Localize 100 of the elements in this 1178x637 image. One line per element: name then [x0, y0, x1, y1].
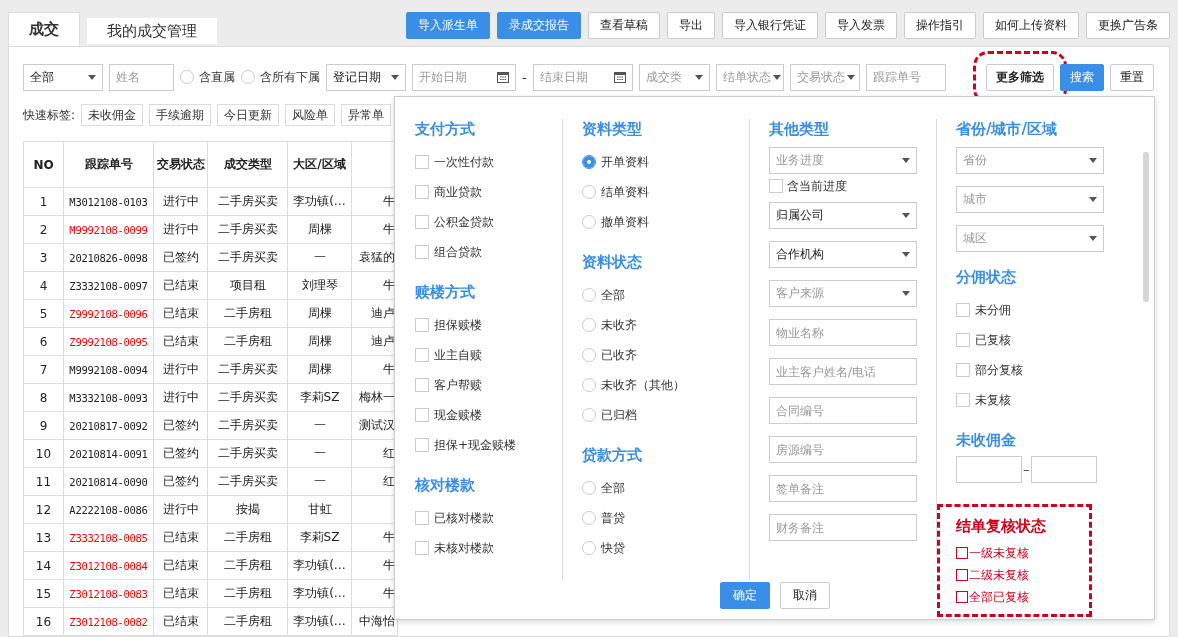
table-cell: 周棵 [287, 327, 352, 356]
table-cell: 20210817-0092 [63, 411, 154, 440]
tab[interactable]: 成交 [8, 12, 80, 46]
checkbox-label: 全部已复核 [969, 588, 1029, 606]
radio-button[interactable] [582, 511, 596, 525]
toolbar-button[interactable]: 如何上传资料 [983, 12, 1079, 39]
checkbox[interactable] [956, 591, 968, 603]
table-cell: 7 [23, 355, 64, 384]
table-cell: 12 [23, 495, 64, 524]
text-field[interactable]: 姓名 [109, 63, 174, 91]
table-cell: 二手房买卖 [207, 467, 288, 496]
table-cell: 李功镇(… [287, 187, 352, 216]
max-field[interactable] [1030, 456, 1097, 483]
table-cell: 一 [287, 439, 352, 468]
toolbar-button[interactable]: 查看草稿 [588, 12, 660, 39]
table-cell: 刘理琴 [287, 271, 352, 300]
table-cell: 13 [23, 523, 64, 552]
radio-button[interactable] [582, 318, 596, 332]
table-cell: 周棵 [287, 215, 352, 244]
table-cell: 二手房租 [207, 579, 288, 608]
radio-button[interactable] [582, 155, 596, 169]
checkbox-label: 组合贷款 [434, 243, 482, 261]
quick-tag[interactable]: 风险单 [285, 104, 336, 126]
caret-icon [902, 158, 910, 163]
checkbox-label: 已复核 [975, 331, 1011, 349]
scrollbar[interactable] [1143, 152, 1149, 302]
section-title: 资料类型 [582, 119, 643, 139]
radio-button[interactable] [241, 70, 255, 84]
checkbox-label: 担保+现金赎楼 [434, 436, 517, 454]
checkbox[interactable] [956, 547, 968, 559]
text-field[interactable]: 房源编号 [769, 436, 917, 463]
table-cell: 已结束 [153, 327, 208, 356]
section-title: 分佣状态 [956, 267, 1017, 287]
table-cell: 李功镇(… [287, 579, 352, 608]
radio-button[interactable] [582, 408, 596, 422]
quick-tag[interactable]: 手续逾期 [149, 104, 212, 126]
quick-tag[interactable]: 异常单 [341, 104, 392, 126]
dropdown-field[interactable]: 全部 [23, 63, 103, 91]
radio-button[interactable] [582, 378, 596, 392]
table-cell: 已结束 [153, 551, 208, 580]
table-cell: Z3332108-0097 [63, 271, 154, 300]
checkbox-label: 二级未复核 [969, 566, 1029, 584]
caret-icon [1089, 158, 1097, 163]
table-cell: 2 [23, 215, 64, 244]
text-field[interactable]: 合同编号 [769, 397, 917, 424]
text-field[interactable]: 财务备注 [769, 514, 917, 541]
table-cell: 二手房买卖 [207, 243, 288, 272]
radio-label: 未收齐 [601, 316, 637, 334]
text-field[interactable]: 物业名称 [769, 319, 917, 346]
filter-button[interactable]: 重置 [1109, 63, 1154, 91]
min-field[interactable] [956, 456, 1022, 483]
dropdown-field[interactable]: 归属公司 [769, 202, 917, 229]
checkbox[interactable] [956, 569, 968, 581]
radio-button[interactable] [582, 481, 596, 495]
checkbox-label: 业主自赎 [434, 346, 482, 364]
table-cell: 已结束 [153, 299, 208, 328]
text-field[interactable]: 签单备注 [769, 475, 917, 502]
calendar-icon [497, 71, 509, 83]
text-field[interactable]: 业主客户姓名/电话 [769, 358, 917, 385]
table-cell: 4 [23, 271, 64, 300]
column-header: 跟踪单号 [63, 141, 154, 188]
section-title: 其他类型 [769, 119, 830, 139]
toolbar-button[interactable]: 导入银行凭证 [722, 12, 818, 39]
quick-tag[interactable]: 未收佣金 [81, 104, 144, 126]
column-header: 交易状态 [153, 141, 208, 188]
range-dash: - [522, 69, 527, 85]
table-cell: 二手房租 [207, 299, 288, 328]
radio-label: 全部 [601, 479, 625, 497]
radio-button[interactable] [582, 541, 596, 555]
table-cell: Z3332108-0085 [63, 523, 154, 552]
radio-label: 撤单资料 [601, 213, 649, 231]
checkbox-label: 未复核 [975, 391, 1011, 409]
toolbar-button[interactable]: 导入发票 [825, 12, 897, 39]
toolbar-button[interactable]: 导出 [667, 12, 715, 39]
table-cell: 20210814-0091 [63, 439, 154, 468]
cancel-button[interactable]: 取消 [779, 582, 830, 609]
table-cell: M9992108-0099 [63, 215, 154, 244]
dropdown-field[interactable]: 合作机构 [769, 241, 917, 268]
checkbox-label: 商业贷款 [434, 183, 482, 201]
checkbox-label: 客户帮赎 [434, 376, 482, 394]
filter-button[interactable]: 更多筛选 [985, 63, 1054, 91]
table-cell: 项目租 [207, 271, 288, 300]
calendar-icon [613, 71, 626, 83]
radio-button[interactable] [582, 348, 596, 362]
caret-icon [902, 213, 910, 218]
radio-button[interactable] [582, 215, 596, 229]
table-cell: 8 [23, 383, 64, 412]
dropdown-field[interactable]: 登记日期 [326, 63, 406, 91]
radio-button[interactable] [582, 185, 596, 199]
radio-label: 含直属 [199, 68, 235, 86]
toolbar-button[interactable]: 操作指引 [904, 12, 976, 39]
checkbox-label: 部分复核 [975, 361, 1023, 379]
toolbar-button[interactable]: 更换广告条 [1086, 12, 1170, 39]
radio-button[interactable] [582, 288, 596, 302]
text-field[interactable]: 跟踪单号 [865, 63, 946, 91]
tab[interactable]: 我的成交管理 [87, 18, 217, 44]
quick-tag[interactable]: 今日更新 [217, 104, 280, 126]
radio-label: 开单资料 [601, 153, 649, 171]
table-cell: 周棵 [287, 355, 352, 384]
radio-button[interactable] [180, 70, 194, 84]
